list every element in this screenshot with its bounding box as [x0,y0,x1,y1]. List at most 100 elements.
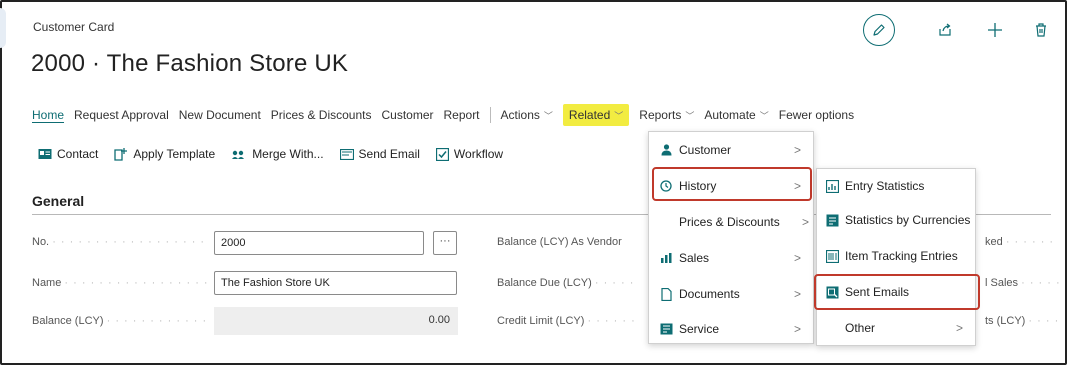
chevron-right-icon: > [801,215,809,229]
page-title: 2000 · The Fashion Store UK [31,50,349,77]
workflow-button[interactable]: Workflow [435,147,504,161]
top-actions [863,12,1053,48]
workflow-label: Workflow [453,147,504,161]
reports-label: Reports [639,108,682,122]
reports-menu[interactable]: Reports ﹀ [639,108,694,122]
label-leader-dots: · · · · · · · · · · · · · · [106,315,208,327]
related-menu-item-label: Service [679,322,720,336]
delete-button[interactable] [1029,18,1053,42]
promoted-actions-bar: Contact Apply Template Merge With... Sen… [38,145,519,163]
related-label: Related [568,108,611,122]
action-bar: Home Request Approval New Document Price… [32,103,864,127]
right-field-label-1-text: ked [985,236,1003,248]
chevron-down-icon: ﹀ [614,111,624,121]
related-menu-item-prices-discounts[interactable]: Prices & Discounts > [649,205,813,239]
share-button[interactable] [933,18,957,42]
no-field[interactable]: 2000 [214,231,424,255]
history-menu-item-label: Item Tracking Entries [845,249,958,263]
chevron-right-icon: > [793,143,801,157]
related-menu-item-sales[interactable]: Sales > [649,241,813,275]
email-icon [339,148,354,160]
related-menu-item-label: Documents [679,287,740,301]
person-icon [659,143,673,157]
tracking-icon [825,249,839,263]
chevron-right-icon: > [793,322,801,336]
chevron-right-icon: > [793,251,801,265]
send-email-label: Send Email [358,147,420,161]
fewer-options-button[interactable]: Fewer options [779,108,854,122]
history-menu-item-statistics-by-currencies[interactable]: Statistics by Currencies [817,203,975,237]
statistics-icon [825,179,839,193]
balance-label: Balance (LCY) · · · · · · · · · · · · · … [32,315,208,327]
related-menu-item-customer[interactable]: Customer > [649,133,813,167]
no-label: No. · · · · · · · · · · · · · · · · · · … [32,236,208,248]
name-field[interactable]: The Fashion Store UK [214,271,457,295]
label-leader-dots: · · · · · · · · · · · · · · · · · · · [64,277,208,289]
sent-emails-highlight [814,274,980,310]
chevron-down-icon: ﹀ [685,111,695,121]
prices-discounts-menu[interactable]: Prices & Discounts [271,108,372,122]
right-field-label-3-text: ts (LCY) [985,315,1026,327]
apply-template-button[interactable]: Apply Template [114,147,215,161]
service-icon [659,322,673,336]
actions-menu[interactable]: Actions ﹀ [501,108,553,122]
name-label-text: Name [32,277,62,289]
sales-icon [659,251,673,265]
label-leader-dots: · · · · · · · · · · · · · · · · · · · [52,236,208,248]
history-submenu: Entry Statistics Statistics by Currencie… [816,168,976,346]
tab-home[interactable]: Home [32,108,64,122]
chevron-right-icon: > [793,287,801,301]
history-menu-item-label: Other [845,321,876,335]
page-caption: Customer Card [33,20,115,34]
balance-due-label: Balance Due (LCY) · · · · · [497,277,647,289]
workflow-icon [435,147,449,161]
merge-with-label: Merge With... [252,147,324,161]
history-menu-item-entry-statistics[interactable]: Entry Statistics [817,169,975,203]
merge-with-button[interactable]: Merge With... [231,147,324,161]
contact-button[interactable]: Contact [38,147,98,161]
label-leader-dots: · · · · [1028,315,1060,327]
related-menu[interactable]: Related ﹀ [562,104,630,126]
history-menu-item-item-tracking-entries[interactable]: Item Tracking Entries [817,239,975,273]
history-menu-item-other[interactable]: Other > [817,311,975,345]
pencil-icon [873,24,885,36]
related-menu-item-service[interactable]: Service > [649,312,813,346]
label-leader-dots: · · · · · · [1005,236,1055,248]
no-label-text: No. [32,236,50,248]
related-menu-item-documents[interactable]: Documents > [649,277,813,311]
right-field-label-2-text: l Sales [985,277,1019,289]
no-lookup-button[interactable]: ··· [433,231,457,255]
credit-limit-label-text: Credit Limit (LCY) [497,315,585,327]
label-leader-dots: · · · · · [1021,277,1061,289]
document-icon [659,287,673,301]
label-leader-dots: · · · · · · [587,315,636,327]
plus-icon [988,23,1002,37]
apply-template-label: Apply Template [133,147,216,161]
history-menu-item-label: Entry Statistics [845,179,925,193]
new-document-menu[interactable]: New Document [179,108,261,122]
related-menu-item-label: Prices & Discounts [679,215,780,229]
history-menu-item-label: Statistics by Currencies [845,213,971,227]
right-field-label-1: ked · · · · · · [985,236,1065,248]
name-label: Name · · · · · · · · · · · · · · · · · ·… [32,277,208,289]
edit-button[interactable] [863,14,895,46]
report-menu[interactable]: Report [444,108,480,122]
contact-label: Contact [57,147,99,161]
balance-value: 0.00 [214,307,458,335]
chevron-down-icon: ﹀ [759,111,769,121]
actions-label: Actions [500,108,540,122]
automate-menu[interactable]: Automate ﹀ [704,108,768,122]
section-general-title[interactable]: General [32,193,84,209]
currency-stats-icon [825,213,839,227]
new-button[interactable] [983,18,1007,42]
navigation-edge [0,8,6,48]
credit-limit-label: Credit Limit (LCY) · · · · · · [497,315,647,327]
send-email-button[interactable]: Send Email [339,147,420,161]
share-icon [939,23,951,36]
related-menu-item-label: Sales [679,251,710,265]
history-highlight [652,167,812,201]
chevron-right-icon: > [955,321,963,335]
request-approval-menu[interactable]: Request Approval [74,108,169,122]
contact-card-icon [38,149,52,159]
customer-menu[interactable]: Customer [381,108,433,122]
